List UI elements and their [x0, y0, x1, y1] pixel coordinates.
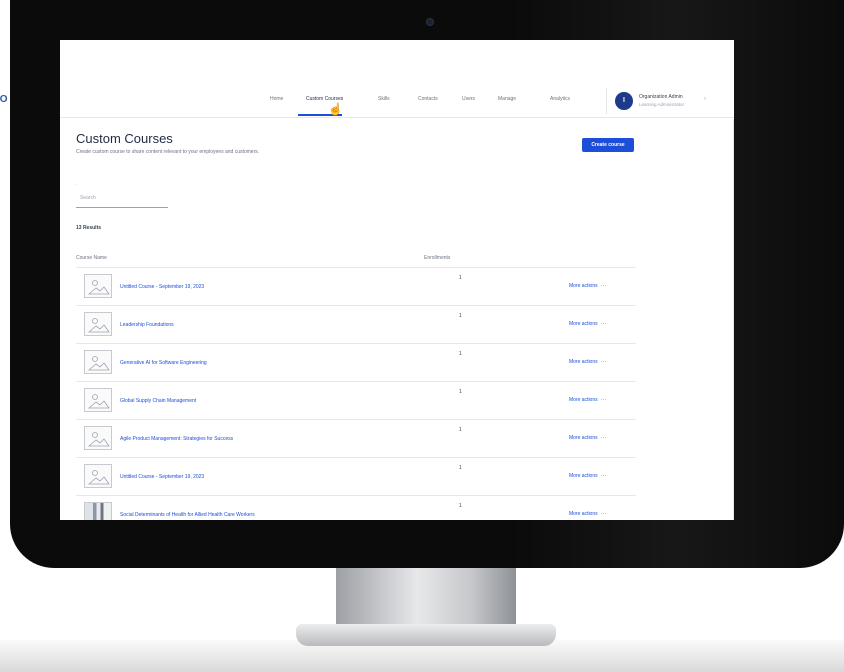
course-name-link[interactable]: Social Determinants of Health for Allied…	[120, 512, 255, 518]
page-title: Custom Courses	[76, 131, 173, 146]
main-content: Custom Courses Create custom course to s…	[60, 119, 734, 520]
user-role: Learning Administrator	[639, 102, 685, 107]
more-actions-label: More actions	[569, 283, 598, 289]
webcam-icon	[426, 18, 434, 26]
more-actions-label: More actions	[569, 359, 598, 365]
more-actions-label: More actions	[569, 511, 598, 517]
more-dots-icon: ···	[600, 359, 608, 365]
more-dots-icon: ···	[600, 473, 608, 479]
search-placeholder: Search	[80, 195, 96, 201]
course-thumbnail	[84, 350, 112, 374]
screen-top-blank	[60, 40, 734, 82]
more-actions-label: More actions	[569, 473, 598, 479]
table-row[interactable]: Leadership Foundations 1 More actions ···	[76, 306, 636, 344]
enrollment-count: 1	[459, 389, 462, 395]
more-actions-label: More actions	[569, 321, 598, 327]
more-dots-icon: ···	[600, 397, 608, 403]
course-name-link[interactable]: Untitled Course - September 19, 2023	[120, 474, 204, 480]
nav-manage[interactable]: Manage	[498, 96, 516, 102]
course-name-link[interactable]: Generative AI for Software Engineering	[120, 360, 207, 366]
search-input[interactable]: · Search	[76, 182, 168, 208]
user-name: Organization Admin	[639, 94, 683, 100]
enrollment-count: 1	[459, 465, 462, 471]
more-actions-label: More actions	[569, 435, 598, 441]
course-thumbnail-photo	[84, 502, 112, 520]
nav-home[interactable]: Home	[270, 96, 283, 102]
pointer-hand-icon: ☝	[328, 102, 343, 116]
course-name-link[interactable]: Leadership Foundations	[120, 322, 174, 328]
enrollment-count: 1	[459, 275, 462, 281]
course-thumbnail	[84, 464, 112, 488]
course-thumbnail	[84, 388, 112, 412]
search-icon: ·	[76, 182, 78, 188]
enrollment-count: 1	[459, 313, 462, 319]
user-menu[interactable]: I Organization Admin Learning Administra…	[606, 88, 706, 114]
nav-contacts[interactable]: Contacts	[418, 96, 438, 102]
more-actions-button[interactable]: More actions ···	[569, 397, 607, 403]
screen: Home Custom Courses ☝ Skills Contacts Us…	[60, 40, 734, 520]
more-dots-icon: ···	[600, 321, 608, 327]
more-dots-icon: ···	[600, 435, 608, 441]
more-actions-label: More actions	[569, 397, 598, 403]
nav-analytics[interactable]: Analytics	[550, 96, 570, 102]
enrollment-count: 1	[459, 503, 462, 509]
table-row[interactable]: Untitled Course - September 19, 2023 1 M…	[76, 268, 636, 306]
table-row[interactable]: Generative AI for Software Engineering 1…	[76, 344, 636, 382]
create-course-button[interactable]: Create course	[582, 138, 634, 152]
app-logo[interactable]: CO	[0, 94, 8, 105]
column-header-enrollments[interactable]: Enrollments	[424, 255, 450, 261]
course-name-link[interactable]: Agile Product Management: Strategies for…	[120, 436, 233, 442]
monitor-stand-base	[296, 624, 556, 646]
results-count: 13 Results	[76, 225, 102, 231]
monitor-bezel: Home Custom Courses ☝ Skills Contacts Us…	[10, 0, 844, 568]
photo-stage: Home Custom Courses ☝ Skills Contacts Us…	[0, 0, 844, 672]
course-thumbnail	[84, 274, 112, 298]
nav-skills[interactable]: Skills	[378, 96, 390, 102]
table-row[interactable]: Untitled Course - September 19, 2023 1 M…	[76, 458, 636, 496]
page-subtitle: Create custom course to share content re…	[76, 149, 260, 155]
more-dots-icon: ···	[600, 511, 608, 517]
course-thumbnail	[84, 312, 112, 336]
column-header-course-name[interactable]: Course Name	[76, 255, 107, 261]
top-navigation: Home Custom Courses ☝ Skills Contacts Us…	[60, 84, 734, 118]
more-actions-button[interactable]: More actions ···	[569, 473, 607, 479]
table-row[interactable]: Global Supply Chain Management 1 More ac…	[76, 382, 636, 420]
course-thumbnail	[84, 426, 112, 450]
more-dots-icon: ···	[600, 283, 608, 289]
chevron-down-icon[interactable]: ›	[704, 96, 706, 102]
table-row[interactable]: Agile Product Management: Strategies for…	[76, 420, 636, 458]
course-name-link[interactable]: Global Supply Chain Management	[120, 398, 196, 404]
table-row[interactable]: Social Determinants of Health for Allied…	[76, 496, 636, 520]
more-actions-button[interactable]: More actions ···	[569, 283, 607, 289]
course-name-link[interactable]: Untitled Course - September 19, 2023	[120, 284, 204, 290]
more-actions-button[interactable]: More actions ···	[569, 321, 607, 327]
more-actions-button[interactable]: More actions ···	[569, 435, 607, 441]
enrollment-count: 1	[459, 427, 462, 433]
avatar: I	[615, 92, 633, 110]
enrollment-count: 1	[459, 351, 462, 357]
nav-users[interactable]: Users	[462, 96, 475, 102]
more-actions-button[interactable]: More actions ···	[569, 511, 607, 517]
more-actions-button[interactable]: More actions ···	[569, 359, 607, 365]
